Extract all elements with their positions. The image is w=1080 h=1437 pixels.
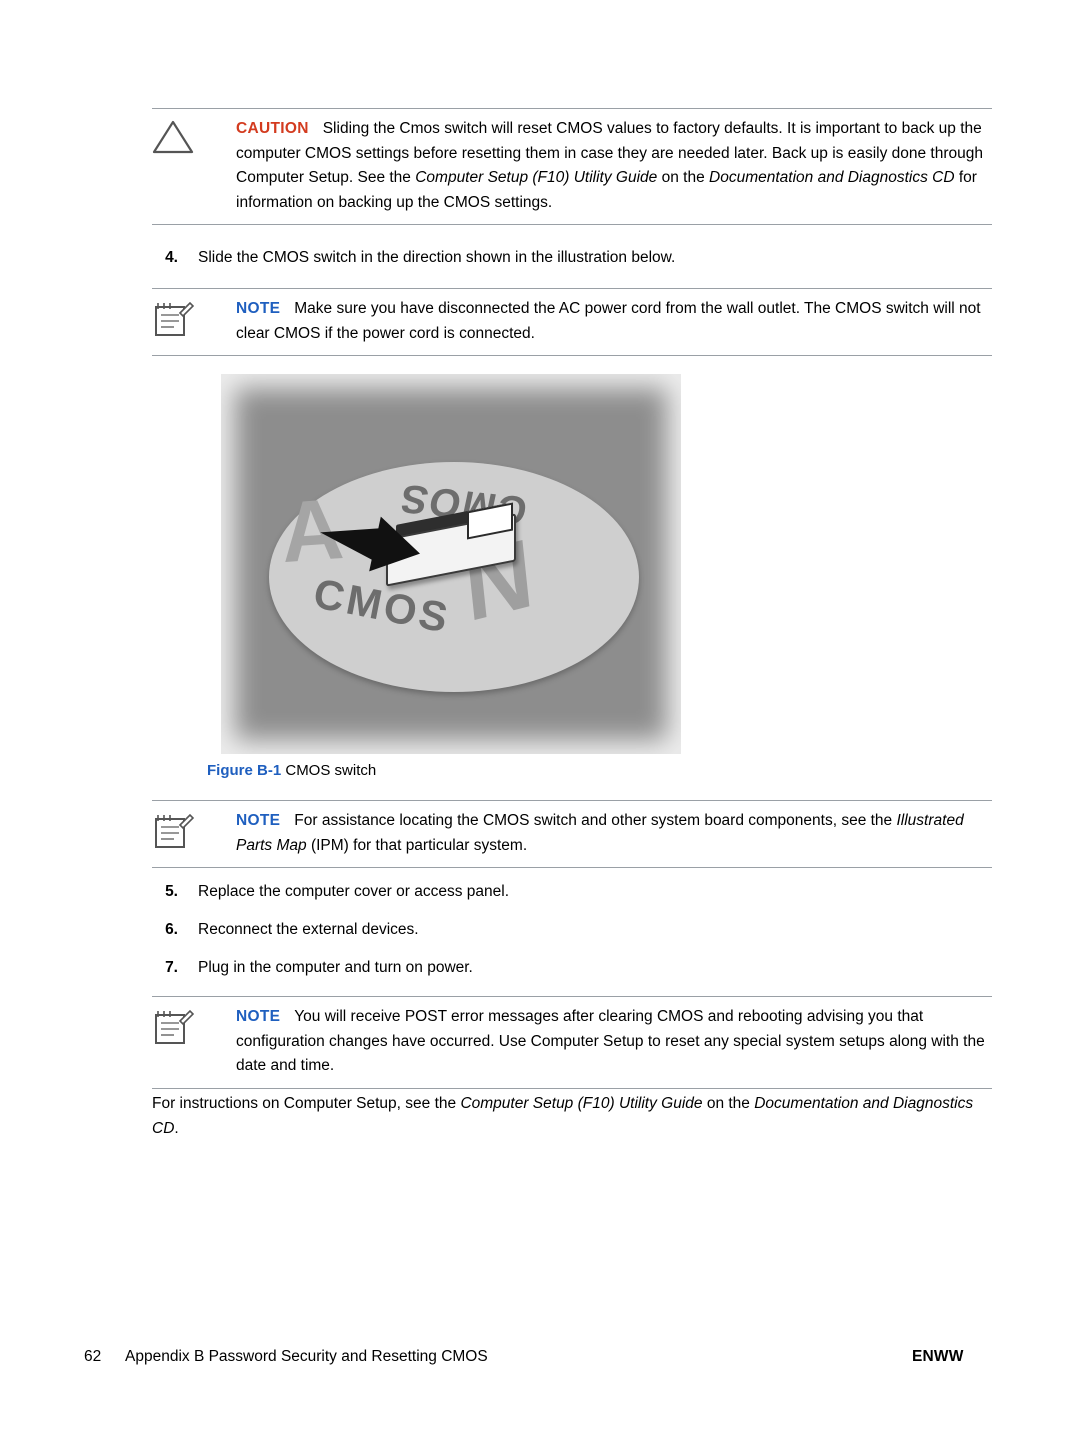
- note-block-2: NOTE For assistance locating the CMOS swi…: [152, 800, 992, 868]
- document-page: CAUTION Sliding the Cmos switch will rese…: [0, 0, 1080, 1437]
- note-2-text: NOTE For assistance locating the CMOS swi…: [236, 809, 992, 858]
- trailing-paragraph: For instructions on Computer Setup, see …: [152, 1095, 974, 1137]
- figure-caption: Figure B-1 CMOS switch: [207, 762, 376, 779]
- footer-page-number: 62: [84, 1348, 102, 1365]
- note-3-text: NOTE You will receive POST error messages…: [236, 1005, 992, 1079]
- step-5-number: 5.: [165, 883, 178, 900]
- figure-background: A N CMOS CMOS: [221, 374, 681, 754]
- note-block-3: NOTE You will receive POST error messages…: [152, 996, 992, 1089]
- caution-triangle-icon: [152, 119, 204, 159]
- cmos-switch-figure: A N CMOS CMOS: [221, 374, 681, 754]
- caution-text: CAUTION Sliding the Cmos switch will rese…: [236, 117, 992, 215]
- note-3-label: NOTE: [236, 1008, 281, 1025]
- note-2-label: NOTE: [236, 812, 281, 829]
- step-7-text: Plug in the computer and turn on power.: [198, 959, 473, 976]
- note-block-1: NOTE Make sure you have disconnected the …: [152, 288, 992, 356]
- note-pad-icon: [152, 811, 204, 851]
- note-1-label: NOTE: [236, 300, 281, 317]
- caution-body-text: Sliding the Cmos switch will reset CMOS …: [236, 120, 983, 211]
- note-1-body-text: Make sure you have disconnected the AC p…: [236, 300, 981, 342]
- figure-caption-label: Figure B-1: [207, 762, 282, 779]
- step-6-text: Reconnect the external devices.: [198, 921, 419, 938]
- page-footer: 62 Appendix B Password Security and Rese…: [0, 1348, 1080, 1378]
- step-7: 7. Plug in the computer and turn on powe…: [152, 956, 992, 980]
- caution-label: CAUTION: [236, 120, 309, 137]
- note-pad-icon: [152, 1007, 204, 1047]
- figure-caption-text: CMOS switch: [285, 762, 377, 779]
- step-6-number: 6.: [165, 921, 178, 938]
- note-2-body-text: For assistance locating the CMOS switch …: [236, 812, 964, 854]
- step-4: 4. Slide the CMOS switch in the directio…: [152, 246, 992, 270]
- caution-block: CAUTION Sliding the Cmos switch will rese…: [152, 108, 992, 225]
- note-pad-icon: [152, 299, 204, 339]
- footer-title: Appendix B Password Security and Resetti…: [125, 1348, 488, 1365]
- note-3-body-text: You will receive POST error messages aft…: [236, 1008, 985, 1074]
- step-4-text: Slide the CMOS switch in the direction s…: [198, 249, 676, 266]
- note-1-text: NOTE Make sure you have disconnected the …: [236, 297, 992, 346]
- figure-vignette: [221, 374, 681, 754]
- step-5-text: Replace the computer cover or access pan…: [198, 883, 510, 900]
- step-7-number: 7.: [165, 959, 178, 976]
- step-6: 6. Reconnect the external devices.: [152, 918, 992, 942]
- footer-enww: ENWW: [912, 1348, 964, 1365]
- step-5: 5. Replace the computer cover or access …: [152, 880, 992, 904]
- step-4-number: 4.: [165, 249, 178, 266]
